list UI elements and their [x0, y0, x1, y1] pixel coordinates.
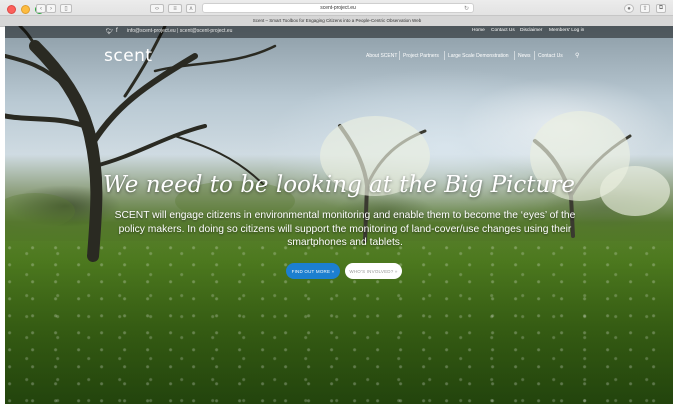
- browser-toolbar: ‹ › ▯ ‹› ≡ ʌ scent-project.eu ↻ ● ⇧ ⧉ Sc…: [0, 0, 673, 27]
- twitter-icon[interactable]: 🐦︎: [106, 28, 114, 35]
- hero-description: SCENT will engage citizens in environmen…: [114, 210, 576, 248]
- toplink-disclaimer[interactable]: Disclaimer: [520, 28, 542, 33]
- sidebar-icon[interactable]: ▯: [60, 4, 72, 13]
- nav-news[interactable]: News: [518, 53, 531, 59]
- toplink-members-login[interactable]: Members' Log in: [549, 28, 584, 33]
- tab-active[interactable]: Scent – Smart Toolbox for Engaging Citiz…: [180, 17, 494, 25]
- browser-window: ‹ › ▯ ‹› ≡ ʌ scent-project.eu ↻ ● ⇧ ⧉ Sc…: [0, 0, 673, 404]
- tabs-overview-icon[interactable]: ⧉: [656, 4, 666, 13]
- address-bar[interactable]: scent-project.eu ↻: [202, 3, 474, 13]
- nav-divider: [514, 51, 515, 60]
- share-button[interactable]: ⇧: [640, 4, 650, 13]
- nav-demonstration[interactable]: Large Scale Demonstration: [448, 53, 509, 59]
- search-icon[interactable]: ⚲: [575, 52, 579, 59]
- download-icon[interactable]: ●: [624, 4, 634, 13]
- site-logo[interactable]: scent: [104, 46, 153, 66]
- nav-about[interactable]: About SCENT: [366, 53, 397, 59]
- nav-divider: [399, 51, 400, 60]
- url-text: scent-project.eu: [320, 5, 356, 11]
- forward-button[interactable]: ›: [46, 4, 56, 13]
- toplink-contact[interactable]: Contact Us: [491, 28, 515, 33]
- toplink-home[interactable]: Home: [472, 28, 485, 33]
- share-icon[interactable]: ‹›: [150, 4, 164, 13]
- website: 🐦︎ f info@scent-project.eu | scent@scent…: [5, 26, 673, 404]
- nav-divider: [444, 51, 445, 60]
- facebook-icon[interactable]: f: [116, 28, 118, 34]
- tab-bar: Scent – Smart Toolbox for Engaging Citiz…: [0, 15, 673, 26]
- close-window-button[interactable]: [7, 5, 16, 14]
- contact-email[interactable]: info@scent-project.eu | scent@scent-proj…: [127, 28, 232, 34]
- whos-involved-button[interactable]: WHO'S INVOLVED? »: [345, 263, 402, 279]
- top-bar: 🐦︎ f info@scent-project.eu | scent@scent…: [5, 26, 673, 38]
- hero-headline: We need to be looking at the Big Picture: [103, 172, 575, 198]
- minimize-window-button[interactable]: [21, 5, 30, 14]
- extension-icon[interactable]: ʌ: [186, 4, 196, 13]
- back-button[interactable]: ‹: [36, 4, 46, 13]
- reload-icon[interactable]: ↻: [464, 5, 469, 12]
- nav-contact[interactable]: Contact Us: [538, 53, 563, 59]
- reader-icon[interactable]: ≡: [168, 4, 182, 13]
- find-out-more-button[interactable]: FIND OUT MORE »: [286, 263, 340, 279]
- nav-partners[interactable]: Project Partners: [403, 53, 439, 59]
- nav-divider: [534, 51, 535, 60]
